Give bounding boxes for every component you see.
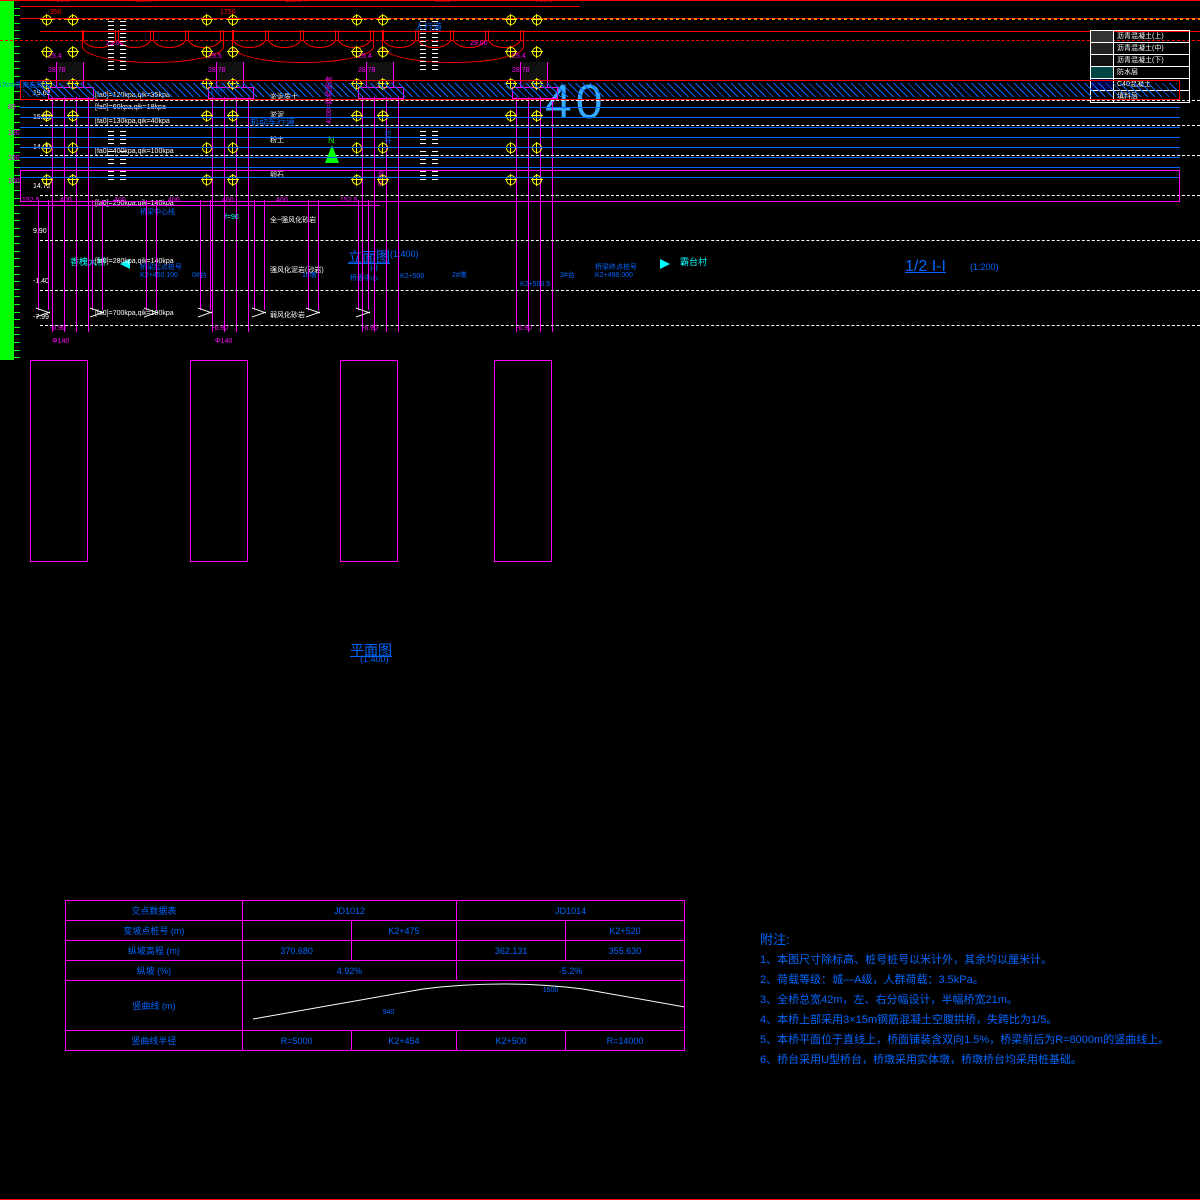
- pile-sp: 400: [222, 197, 234, 204]
- break-icon: [144, 310, 158, 318]
- pile-dot-icon: [506, 15, 516, 25]
- break-icon: [306, 310, 320, 318]
- cell: 4.92%: [242, 961, 457, 981]
- plan-foundation: [190, 360, 248, 562]
- plan-foundation: [494, 360, 552, 562]
- pile-dot-icon: [506, 47, 516, 57]
- sect-pile: [92, 200, 103, 310]
- notes-heading: 附注:: [760, 930, 1170, 950]
- pile-dot-icon: [378, 15, 388, 25]
- cell: K2+500: [457, 1031, 566, 1051]
- sect-h: 100: [8, 130, 20, 137]
- sect-pile: [38, 200, 49, 310]
- section-heading: 1/2 I-I: [905, 258, 946, 276]
- pile-dot-icon: [202, 47, 212, 57]
- sect-seg1: 350: [50, 9, 62, 16]
- pile-spacing-dimline: [20, 205, 380, 207]
- section-fill: [20, 98, 1180, 178]
- sect-dimline2: [20, 18, 380, 20]
- pile-sp: 400: [114, 197, 126, 204]
- sect-dimline: [20, 6, 380, 8]
- hatch: [108, 20, 114, 70]
- break-icon: [252, 310, 266, 318]
- pile-dot-icon: [532, 15, 542, 25]
- cell: 355.630: [566, 941, 685, 961]
- note-item: 2、荷载等级：城—A级，人群荷载：3.5kPa。: [760, 970, 1170, 990]
- pile-dot-icon: [352, 47, 362, 57]
- th: JD1014: [457, 901, 685, 921]
- pile-sp: 152.5: [22, 197, 40, 204]
- cell: -5.2%: [457, 961, 685, 981]
- sect-h: 80: [8, 104, 16, 111]
- pile-dot-icon: [228, 15, 238, 25]
- pile-dot-icon: [42, 47, 52, 57]
- alignment-table: 交点数据表 JD1012 JD1014 变坡点桩号 (m) K2+475 K2+…: [65, 900, 685, 1051]
- curve-cell: 940 1500: [242, 981, 684, 1031]
- sect-width: 2100: [190, 0, 206, 3]
- plan-foundation: [340, 360, 398, 562]
- cell: K2+520: [566, 921, 685, 941]
- sect-pile: [200, 200, 211, 310]
- cell: R=5000: [242, 1031, 351, 1051]
- row-label: 竖曲线半径: [66, 1031, 243, 1051]
- sect-pile: [358, 200, 369, 310]
- th: 交点数据表: [66, 901, 243, 921]
- break-icon: [198, 310, 212, 318]
- row-label: 变坡点桩号 (m): [66, 921, 243, 941]
- row-label: 纵坡 (%): [66, 961, 243, 981]
- section-scale: (1:200): [970, 262, 999, 272]
- plan-foundation: [30, 360, 88, 562]
- sect-seg2: 1750: [220, 9, 236, 16]
- pile-dot-icon: [202, 15, 212, 25]
- slope: 1.5%: [210, 88, 226, 95]
- plan-view: 机动车行道 人行道 4200=路幅宽度 桥梁中心线 N: [0, 360, 555, 560]
- pile-sp: 400: [60, 197, 72, 204]
- plan-lane-div: [0, 40, 1200, 41]
- pile-dot-icon: [42, 15, 52, 25]
- pile-sp: 400: [168, 197, 180, 204]
- rail-label: 栏杆: [382, 130, 392, 144]
- cell: [351, 941, 457, 961]
- sect-pile: [146, 200, 157, 310]
- pile-dot-icon: [228, 47, 238, 57]
- notes-block: 附注: 1、本图尺寸除标高、桩号桩号以米计外，其余均以厘米计。 2、荷载等级：城…: [760, 930, 1170, 1070]
- sect-pile: [254, 200, 265, 310]
- cell: K2+475: [351, 921, 457, 941]
- note-item: 1、本图尺寸除标高、桩号桩号以米计外，其余均以厘米计。: [760, 950, 1170, 970]
- row-label: 纵坡高程 (m): [66, 941, 243, 961]
- sect-pile: [308, 200, 319, 310]
- section-deck: [20, 80, 1180, 100]
- pile-dot-icon: [378, 47, 388, 57]
- row-label: 竖曲线 (m): [66, 981, 243, 1031]
- pile-dot-icon: [532, 47, 542, 57]
- note-item: 6、桥台采用U型桥台，桥墩采用实体墩，桥墩桥台均采用桩基础。: [760, 1050, 1170, 1070]
- cell: 370.680: [242, 941, 351, 961]
- plan-sidewalk-label: 人行道: [415, 20, 442, 33]
- pile-dot-icon: [352, 15, 362, 25]
- break-icon: [36, 310, 50, 318]
- cell: [457, 921, 566, 941]
- note-item: 3、全桥总宽42m，左、右分幅设计，半幅桥宽21m。: [760, 990, 1170, 1010]
- section-cap: [20, 170, 1180, 202]
- hatch: [120, 20, 126, 70]
- note-item: 4、本桥上部采用3×15m钢筋混凝土空腹拱桥，失跨比为1/5。: [760, 1010, 1170, 1030]
- cell: K2+454: [351, 1031, 457, 1051]
- th: JD1012: [242, 901, 457, 921]
- break-icon: [90, 310, 104, 318]
- sect-h: 100: [8, 155, 20, 162]
- break-icon: [356, 310, 370, 318]
- cell: [242, 921, 351, 941]
- pile-sp: 152.5: [340, 197, 358, 204]
- cell: R=14000: [566, 1031, 685, 1051]
- cell: 362.131: [457, 941, 566, 961]
- pile-sp: 400: [276, 197, 288, 204]
- pile-dot-icon: [68, 47, 78, 57]
- pile-dot-icon: [68, 15, 78, 25]
- sect-h: 100: [8, 178, 20, 185]
- note-item: 5、本桥平面位于直线上，桥面铺装含双向1.5%，桥梁前后为R=8000m的竖曲线…: [760, 1030, 1170, 1050]
